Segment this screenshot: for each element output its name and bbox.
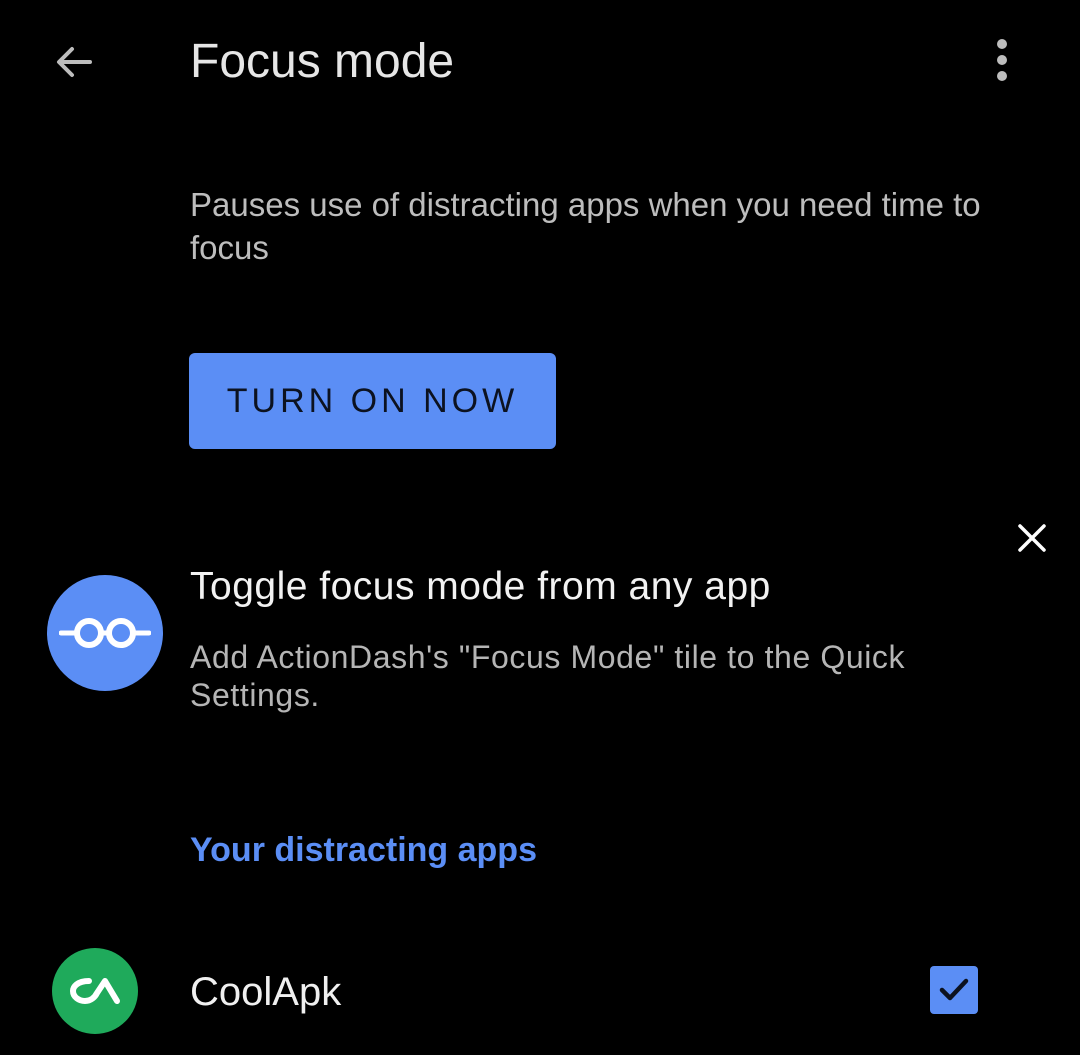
glasses-icon xyxy=(47,575,163,691)
page-title: Focus mode xyxy=(190,35,455,88)
app-name: CoolApk xyxy=(190,970,342,1014)
list-item[interactable] xyxy=(0,940,1080,1050)
tip-body: Add ActionDash's "Focus Mode" tile to th… xyxy=(190,639,906,713)
distracting-apps-header: Your distracting apps xyxy=(190,831,537,869)
dismiss-tip-button[interactable] xyxy=(1004,510,1060,566)
overflow-menu-button[interactable] xyxy=(970,26,1034,98)
more-vert-icon xyxy=(997,39,1007,81)
tip-title: Toggle focus mode from any app xyxy=(190,565,771,608)
coolapk-logo-icon xyxy=(52,948,138,1034)
arrow-left-icon xyxy=(57,47,92,77)
turn-on-now-button[interactable]: TURN ON NOW xyxy=(189,353,556,449)
check-icon xyxy=(939,978,969,1001)
app-checkbox[interactable] xyxy=(930,966,978,1014)
focus-mode-description: Pauses use of distracting apps when you … xyxy=(190,186,981,266)
close-icon xyxy=(1018,524,1046,552)
back-button[interactable] xyxy=(38,26,110,98)
